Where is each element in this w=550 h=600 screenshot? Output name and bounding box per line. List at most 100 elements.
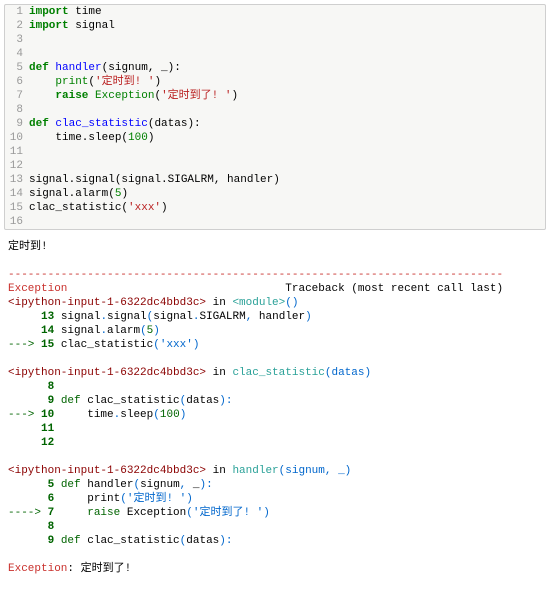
token: ) xyxy=(305,311,312,323)
blank xyxy=(8,254,542,268)
arrow: ----> xyxy=(8,507,48,519)
token: ( xyxy=(153,409,160,421)
code-line: 12 xyxy=(5,159,545,173)
line-number: 7 xyxy=(5,89,29,103)
code-content: print('定时到! ') xyxy=(29,75,545,89)
arrow xyxy=(8,493,48,505)
arrow xyxy=(8,395,48,407)
token: datas xyxy=(186,535,219,547)
frame-location: <ipython-input-1-6322dc4bbd3c> in handle… xyxy=(8,464,542,478)
code-cell: 1import time2import signal3 4 5def handl… xyxy=(4,4,546,230)
code-content: import signal xyxy=(29,19,545,33)
frame-file: <ipython-input-1-6322dc4bbd3c> xyxy=(8,297,206,309)
token: def xyxy=(29,62,49,74)
traceback-line: 9 def clac_statistic(datas): xyxy=(8,534,542,548)
traceback-line: ---> 10 time.sleep(100) xyxy=(8,408,542,422)
code-content: raise Exception('定时到了! ') xyxy=(29,89,545,103)
token: ( xyxy=(186,507,193,519)
code-line: 15clac_statistic('xxx') xyxy=(5,201,545,215)
token: clac_statistic xyxy=(81,395,180,407)
code-line: 3 xyxy=(5,33,545,47)
token xyxy=(54,507,87,519)
traceback-line: 12 xyxy=(8,436,542,450)
token: SIGALRM xyxy=(199,311,245,323)
code-line: 10 time.sleep(100) xyxy=(5,131,545,145)
line-number: 9 xyxy=(5,117,29,131)
line-number: 16 xyxy=(5,215,29,229)
traceback-line: 11 xyxy=(8,422,542,436)
token: ( xyxy=(140,325,147,337)
token: ) xyxy=(186,493,193,505)
line-number: 12 xyxy=(5,159,29,173)
traceback-header: Exception Traceback (most recent call la… xyxy=(8,282,542,296)
arrow xyxy=(8,535,48,547)
token: ) xyxy=(148,132,155,144)
token: signal xyxy=(54,311,100,323)
line-number: 4 xyxy=(5,47,29,61)
code-content: time.sleep(100) xyxy=(29,131,545,145)
token: '定时到! ' xyxy=(127,493,186,505)
exception-final-sep: : xyxy=(67,563,80,575)
traceback-lineno: 11 xyxy=(41,423,54,435)
arrow xyxy=(8,479,48,491)
output-area: 定时到! -----------------------------------… xyxy=(0,234,550,580)
traceback-lineno: 12 xyxy=(41,437,54,449)
arrow xyxy=(8,423,41,435)
traceback-label: Traceback (most recent call last) xyxy=(285,283,503,295)
code-content xyxy=(29,145,545,159)
token: print xyxy=(54,493,120,505)
token: 'xxx' xyxy=(128,202,161,214)
frame-args: () xyxy=(285,297,298,309)
traceback-lineno: 13 xyxy=(41,311,54,323)
token: Exception xyxy=(120,507,186,519)
arrow xyxy=(8,311,41,323)
token: sleep xyxy=(120,409,153,421)
frame-in: in xyxy=(206,465,232,477)
token xyxy=(29,76,55,88)
line-number: 1 xyxy=(5,5,29,19)
frame-location: <ipython-input-1-6322dc4bbd3c> in <modul… xyxy=(8,296,542,310)
token: '定时到了! ' xyxy=(161,90,231,102)
token: '定时到了! ' xyxy=(193,507,263,519)
code-line: 14signal.alarm(5) xyxy=(5,187,545,201)
traceback-lineno: 15 xyxy=(41,339,54,351)
blank xyxy=(8,548,542,562)
code-line: 1import time xyxy=(5,5,545,19)
token: _ xyxy=(186,479,199,491)
token xyxy=(54,535,61,547)
code-content xyxy=(29,33,545,47)
code-content xyxy=(29,47,545,61)
token: def xyxy=(61,479,81,491)
token: clac_statistic xyxy=(81,535,180,547)
token: ) xyxy=(193,339,200,351)
token: def xyxy=(61,535,81,547)
frame-location: <ipython-input-1-6322dc4bbd3c> in clac_s… xyxy=(8,366,542,380)
token: ) xyxy=(180,409,187,421)
token: import xyxy=(29,6,69,18)
code-line: 8 xyxy=(5,103,545,117)
token: ( xyxy=(120,493,127,505)
code-content xyxy=(29,215,545,229)
exception-final-msg: 定时到了! xyxy=(81,563,138,575)
code-line: 4 xyxy=(5,47,545,61)
code-line: 2import signal xyxy=(5,19,545,33)
traceback-line: 8 xyxy=(8,520,542,534)
line-number: 3 xyxy=(5,33,29,47)
token: ) xyxy=(153,325,160,337)
token: '定时到! ' xyxy=(95,76,154,88)
code-line: 7 raise Exception('定时到了! ') xyxy=(5,89,545,103)
line-number: 11 xyxy=(5,145,29,159)
token: signal.alarm( xyxy=(29,188,115,200)
token: 'xxx' xyxy=(160,339,193,351)
token: time xyxy=(54,409,113,421)
code-line: 9def clac_statistic(datas): xyxy=(5,117,545,131)
arrow xyxy=(8,521,48,533)
line-number: 2 xyxy=(5,19,29,33)
token: ): xyxy=(219,535,232,547)
token xyxy=(54,479,61,491)
token: ) xyxy=(263,507,270,519)
token: ) xyxy=(231,90,238,102)
line-number: 14 xyxy=(5,187,29,201)
traceback-lineno: 8 xyxy=(48,521,55,533)
frame-fn: clac_statistic xyxy=(232,367,324,379)
